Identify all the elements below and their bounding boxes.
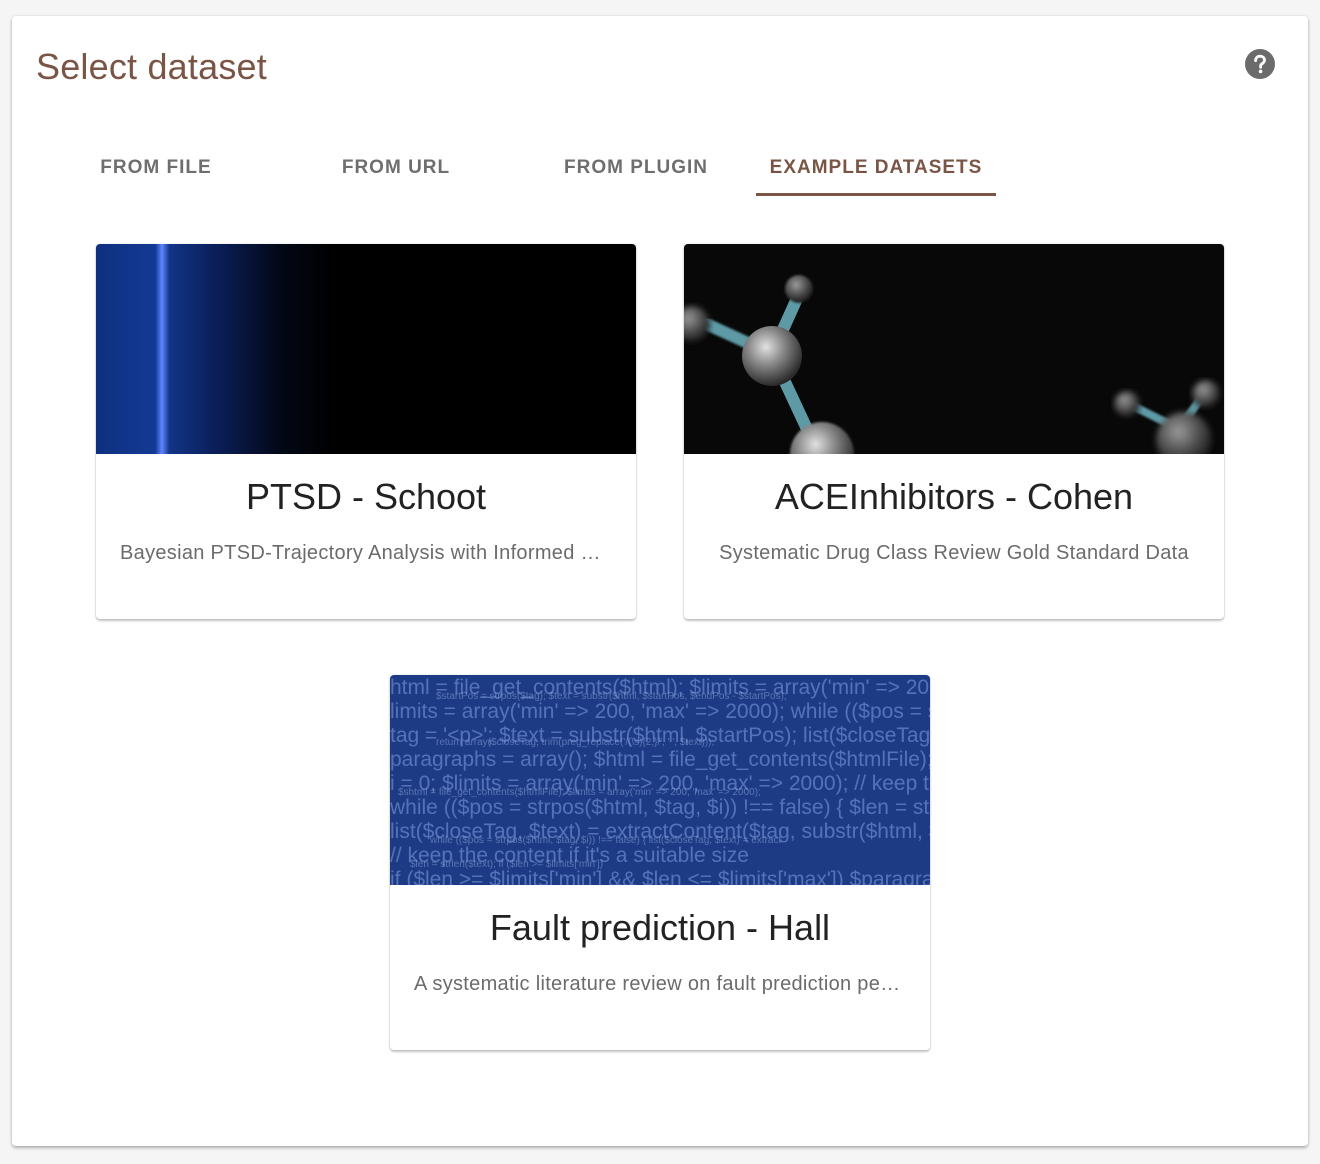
dataset-card-fault-prediction-hall[interactable]: html = file_get_contents($html); $limits… [390,675,930,1050]
tab-from-plugin[interactable]: FROM PLUGIN [516,140,756,196]
source-code-image: html = file_get_contents($html); $limits… [390,675,930,885]
blue-light-streak-image [96,244,636,454]
tab-example-datasets[interactable]: EXAMPLE DATASETS [756,140,996,196]
select-dataset-dialog: Select dataset FROM FILE FROM URL FROM P… [12,16,1308,1146]
tab-from-url[interactable]: FROM URL [276,140,516,196]
tab-bar: FROM FILE FROM URL FROM PLUGIN EXAMPLE D… [36,140,996,196]
dataset-card-ptsd-schoot[interactable]: PTSD - Schoot Bayesian PTSD-Trajectory A… [96,244,636,619]
tab-from-file[interactable]: FROM FILE [36,140,276,196]
dataset-card-title: Fault prediction - Hall [489,907,831,948]
help-button[interactable] [1242,46,1278,82]
molecule-graphic [684,275,1220,454]
dataset-card-description: A systematic literature review on fault … [414,973,906,995]
dataset-card-description: Bayesian PTSD-Trajectory Analysis with I… [120,542,612,564]
molecule-image [684,244,1224,454]
dataset-card-aceinhibitors-cohen[interactable]: ACEInhibitors - Cohen Systematic Drug Cl… [684,244,1224,619]
dataset-card-title: ACEInhibitors - Cohen [774,476,1134,517]
dataset-card-title: PTSD - Schoot [245,476,487,517]
help-circle-icon [1245,49,1275,79]
dataset-card-description: Systematic Drug Class Review Gold Standa… [719,542,1189,564]
dialog-title: Select dataset [36,46,267,87]
